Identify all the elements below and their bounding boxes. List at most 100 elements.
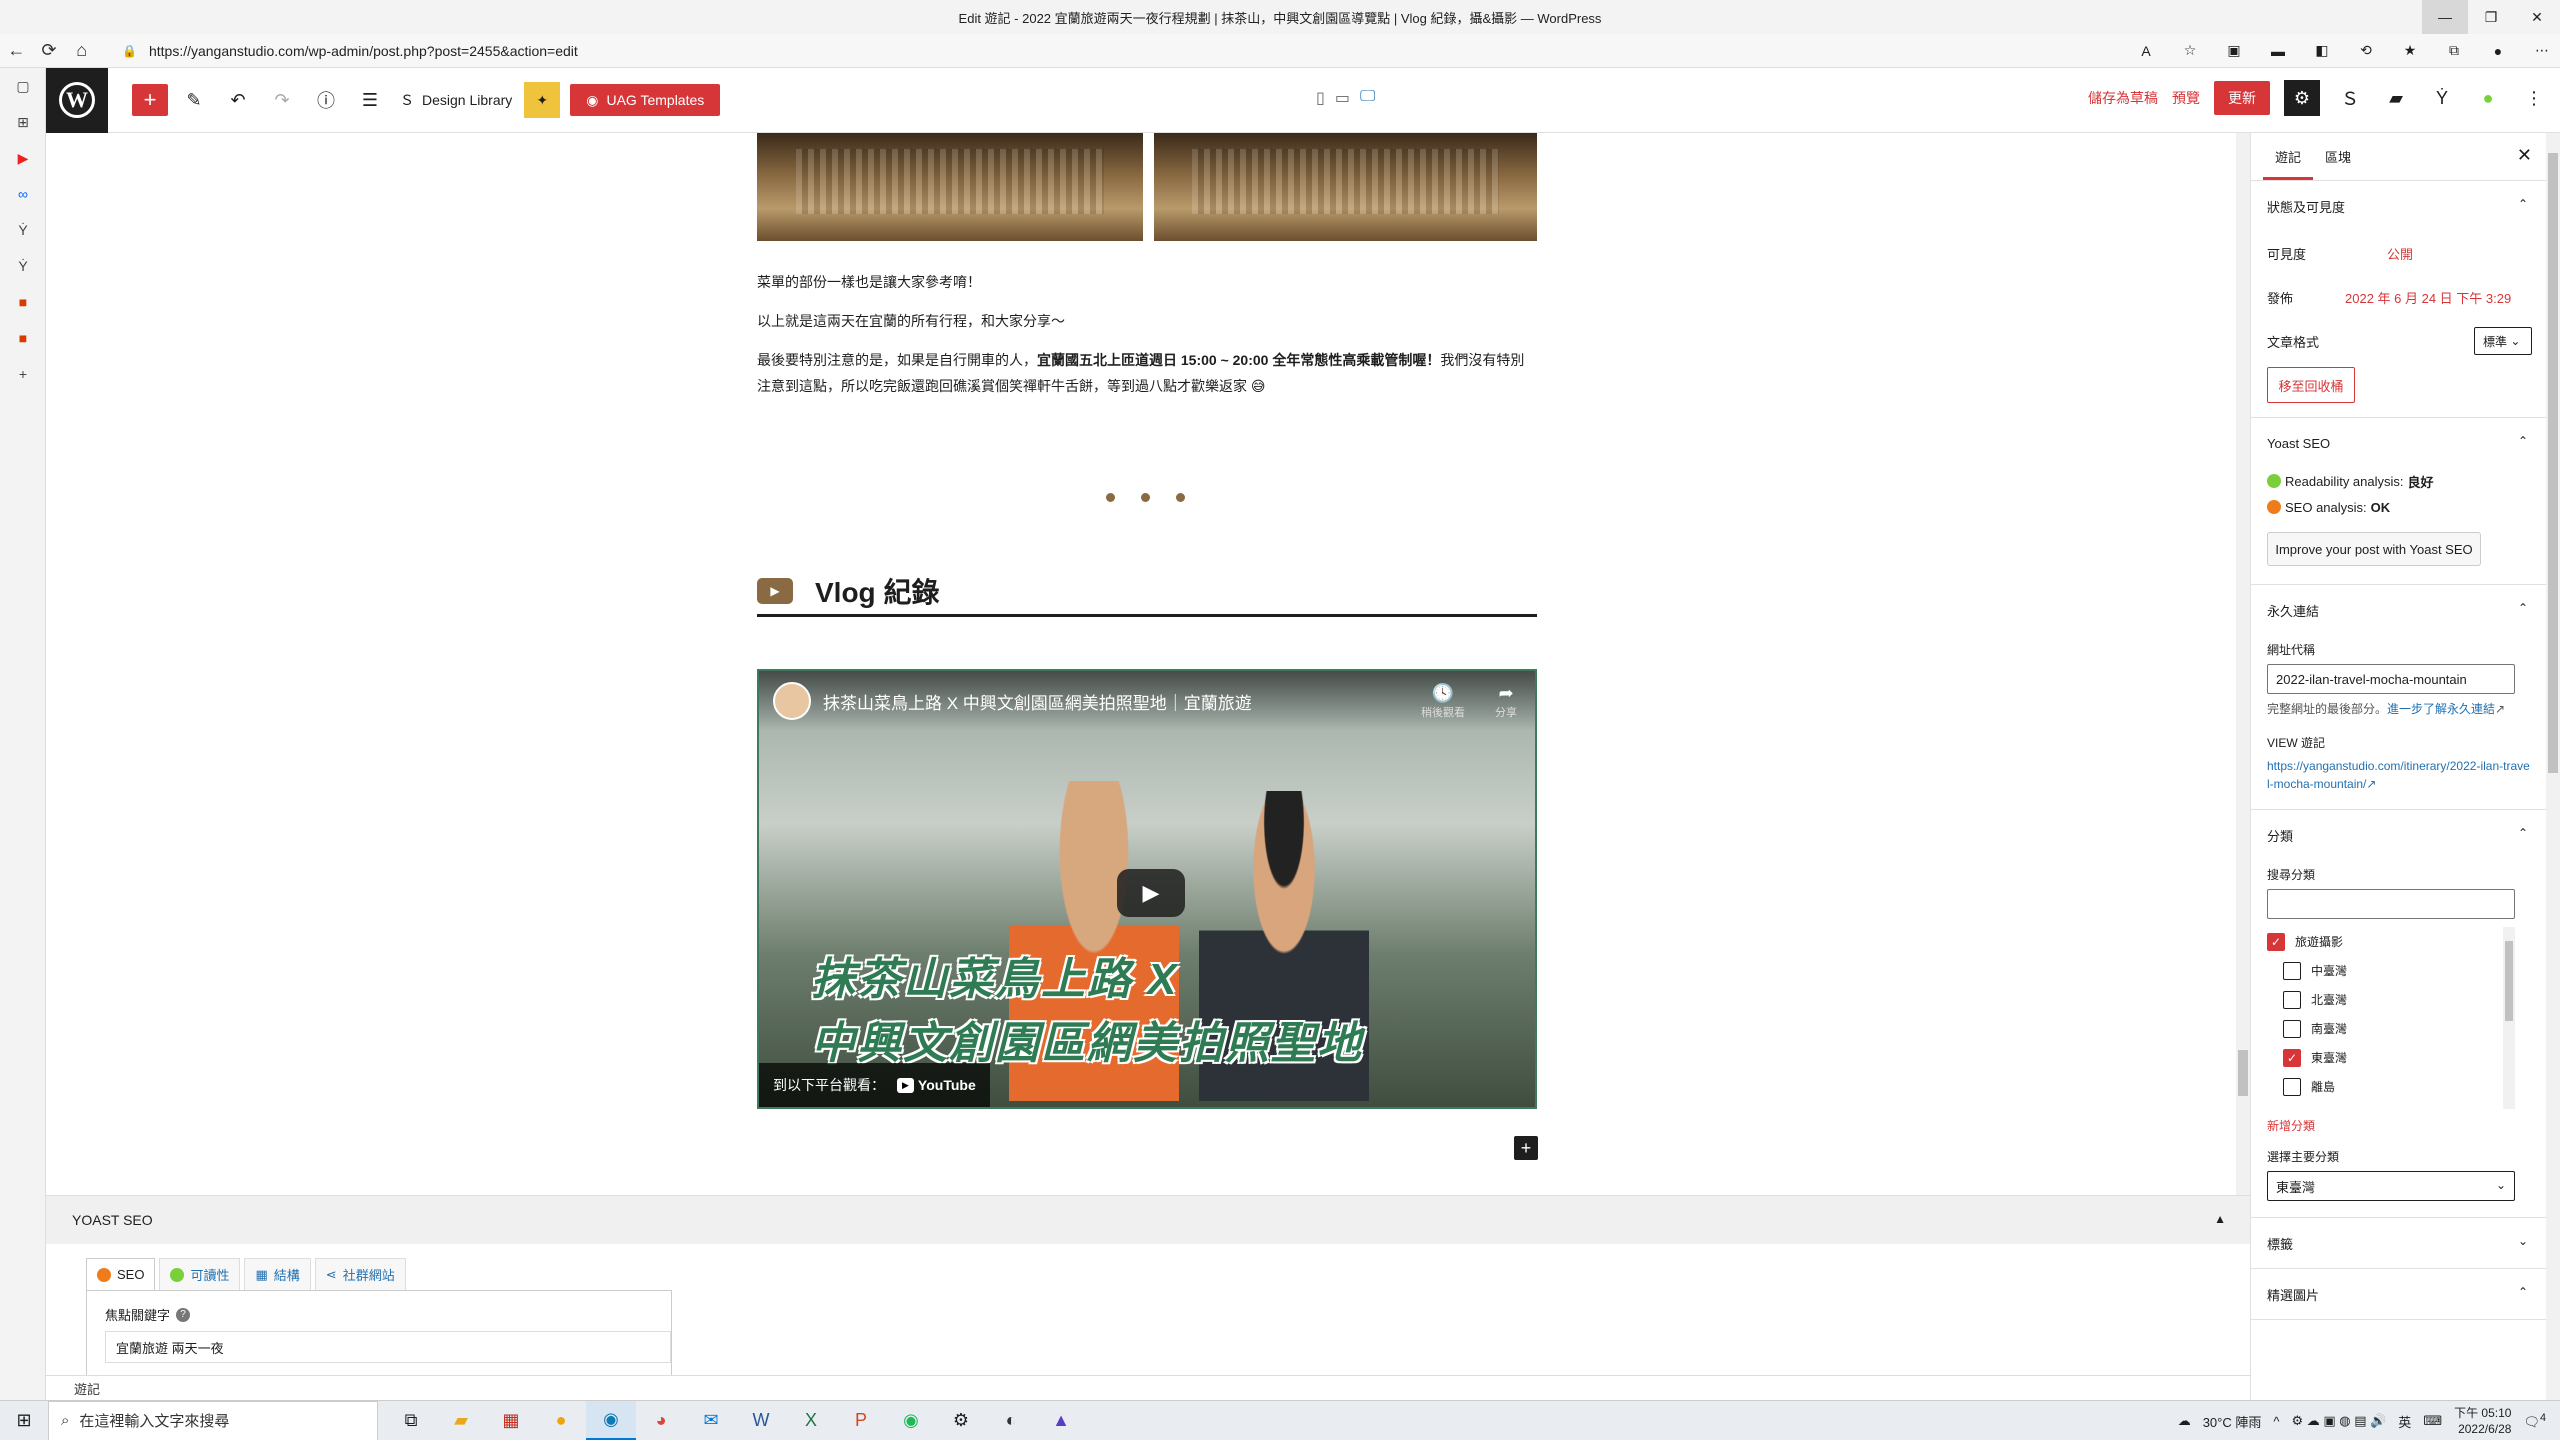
meta-icon[interactable]: ∞ — [0, 176, 46, 212]
yoast-toolbar-icon[interactable]: Ẏ — [2426, 80, 2458, 116]
collections-icon[interactable]: ⧉ — [2436, 37, 2472, 65]
add-icon[interactable]: + — [0, 356, 46, 392]
tablet-icon[interactable]: ▭ — [1335, 88, 1350, 108]
tab-block[interactable]: 區塊 — [2313, 147, 2363, 180]
excel-icon[interactable]: X — [786, 1401, 836, 1440]
keyboard-icon[interactable]: ⌨ — [2423, 1413, 2442, 1429]
move-to-trash-button[interactable]: 移至回收桶 — [2267, 367, 2355, 403]
close-window-button[interactable]: ✕ — [2514, 0, 2560, 34]
permalink-header[interactable]: 永久連結 ⌃ — [2251, 585, 2546, 635]
tabs-icon[interactable]: ▢ — [0, 68, 46, 104]
tab-post[interactable]: 遊記 — [2263, 147, 2314, 180]
extension-icon-3[interactable]: ◧ — [2304, 37, 2340, 65]
tab-social[interactable]: ⋖ 社群網站 — [314, 1258, 406, 1290]
paragraph-notice[interactable]: 最後要特別注意的是，如果是自行開車的人，宜蘭國五北上匝道週日 15:00 ~ 2… — [757, 347, 1537, 399]
options-icon[interactable]: ⋮ — [2518, 80, 2550, 116]
focus-keyphrase-input[interactable]: 宜蘭旅遊 兩天一夜 — [105, 1331, 671, 1363]
share-button[interactable]: ➦ 分享 — [1495, 683, 1517, 720]
inline-add-block-button[interactable]: + — [1514, 1136, 1538, 1160]
help-icon[interactable]: ? — [176, 1307, 191, 1322]
play-button[interactable]: ▶ — [1117, 869, 1185, 917]
calendar-app-icon[interactable]: ▦ — [486, 1401, 536, 1440]
mobile-icon[interactable]: ▯ — [1316, 88, 1325, 108]
post-format-select[interactable]: 標準 ⌄ — [2474, 327, 2532, 355]
visibility-toggle[interactable]: 公開 — [2387, 244, 2413, 263]
slug-input[interactable]: 2022-ilan-travel-mocha-mountain — [2267, 664, 2515, 694]
video-title[interactable]: 抹茶山菜鳥上路 X 中興文創園區網美拍照聖地｜宜蘭旅遊 — [823, 689, 1252, 714]
weather-icon[interactable]: ☁ — [2178, 1413, 2191, 1429]
word-icon[interactable]: W — [736, 1401, 786, 1440]
category-item[interactable]: 南臺灣 — [2267, 1014, 2515, 1043]
performance-icon[interactable]: ● — [2472, 80, 2504, 116]
games-icon[interactable]: ⊞ — [0, 104, 46, 140]
categories-header[interactable]: 分類 ⌃ — [2251, 810, 2546, 860]
spotify-icon[interactable]: ◉ — [886, 1401, 936, 1440]
edit-tool-icon[interactable]: ✎ — [176, 82, 212, 118]
separator-dots[interactable] — [1106, 493, 1185, 502]
update-button[interactable]: 更新 — [2214, 81, 2270, 115]
plugin-icon[interactable]: ▰ — [2380, 80, 2412, 116]
app-icon[interactable]: ◐ — [986, 1401, 1036, 1440]
publish-date-toggle[interactable]: 2022 年 6 月 24 日 下午 3:29 — [2345, 288, 2511, 307]
checkbox[interactable] — [2283, 990, 2301, 1009]
checkbox-checked[interactable]: ✓ — [2267, 932, 2285, 951]
list-view-icon[interactable]: ☰ — [352, 82, 388, 118]
canvas-scrollbar[interactable] — [2236, 133, 2250, 1195]
add-block-button[interactable]: + — [132, 84, 168, 116]
chat-app-icon[interactable]: ● — [536, 1401, 586, 1440]
task-view-icon[interactable]: ⧉ — [386, 1401, 436, 1440]
tab-seo[interactable]: SEO — [86, 1258, 156, 1290]
chrome-icon[interactable]: ◕ — [636, 1401, 686, 1440]
weather-text[interactable]: 30°C 陣雨 — [2203, 1412, 2262, 1431]
settings-app-icon[interactable]: ⚙ — [936, 1401, 986, 1440]
chevron-up-icon[interactable]: ^ — [2273, 1414, 2279, 1429]
wordpress-logo[interactable]: W — [46, 67, 108, 133]
back-button[interactable]: ← — [0, 34, 33, 68]
improve-yoast-button[interactable]: Improve your post with Yoast SEO — [2267, 532, 2481, 566]
ime-indicator[interactable]: 英 — [2398, 1412, 2411, 1431]
read-aloud-icon[interactable]: A — [2128, 37, 2164, 65]
vlog-heading-block[interactable]: ▶ Vlog 紀錄 — [757, 567, 1537, 617]
refresh-button[interactable]: ⟳ — [33, 34, 66, 68]
primary-category-select[interactable]: 東臺灣 ⌄ — [2267, 1171, 2515, 1201]
status-visibility-header[interactable]: 狀態及可見度 ⌃ — [2251, 181, 2546, 231]
start-button[interactable]: ⊞ — [0, 1401, 48, 1440]
collapse-caret-icon[interactable]: ▲ — [2214, 1212, 2226, 1226]
permalink-help-link[interactable]: 進一步了解永久連結 — [2387, 702, 2495, 716]
youtube-embed[interactable]: 抹茶山菜鳥上路 X 中興文創園區網美拍照聖地｜宜蘭旅遊 🕓 稍後觀看 ➦ 分享 ▶ … — [757, 669, 1537, 1109]
category-item[interactable]: ✓ 東臺灣 — [2267, 1043, 2515, 1072]
paragraph-summary[interactable]: 以上就是這兩天在宜蘭的所有行程，和大家分享～ — [757, 308, 1537, 334]
category-item[interactable]: 離島 — [2267, 1072, 2515, 1101]
mail-icon[interactable]: ✉ — [686, 1401, 736, 1440]
checkbox[interactable] — [2283, 1019, 2301, 1038]
search-categories-input[interactable] — [2267, 889, 2515, 919]
menu-photo-2[interactable] — [1154, 133, 1537, 241]
desktop-icon[interactable]: 🖵 — [1360, 88, 1375, 108]
pin-icon[interactable]: ✦ — [524, 82, 561, 118]
sidebar-scrollbar[interactable] — [2546, 133, 2560, 1400]
readability-analysis[interactable]: Readability analysis: 良好 — [2251, 468, 2546, 494]
taskbar-search[interactable]: ⌕ 在這裡輸入文字來搜尋 — [48, 1400, 378, 1440]
category-item[interactable]: ✓ 旅遊攝影 — [2267, 927, 2515, 956]
category-item[interactable]: 中臺灣 — [2267, 956, 2515, 985]
profile-avatar[interactable]: ● — [2480, 37, 2516, 65]
save-draft-button[interactable]: 儲存為草稿 — [2088, 88, 2158, 108]
youtube-icon[interactable]: ▶ — [0, 140, 46, 176]
undo-icon[interactable]: ↶ — [220, 82, 256, 118]
tab-schema[interactable]: ▦ 結構 — [244, 1258, 311, 1290]
details-icon[interactable]: ⓘ — [308, 82, 344, 118]
watch-on-youtube[interactable]: 到以下平台觀看： ▶ YouTube — [759, 1063, 990, 1107]
app-icon-2[interactable]: ▲ — [1036, 1401, 1086, 1440]
tags-header[interactable]: 標籤 ⌄ — [2251, 1218, 2546, 1268]
file-explorer-icon[interactable]: ▰ — [436, 1401, 486, 1440]
add-new-category-link[interactable]: 新增分類 — [2251, 1109, 2546, 1134]
yoast-icon-2[interactable]: Ẏ — [0, 248, 46, 284]
edge-icon[interactable]: ◉ — [586, 1400, 636, 1440]
breadcrumb-item[interactable]: 遊記 — [74, 1379, 100, 1398]
yoast-sidebar-header[interactable]: Yoast SEO ⌃ — [2251, 418, 2546, 468]
tab-readability[interactable]: 可讀性 — [159, 1258, 241, 1290]
checkbox-checked[interactable]: ✓ — [2283, 1048, 2301, 1067]
menu-photo-1[interactable] — [757, 133, 1143, 241]
clock[interactable]: 下午 05:10 2022/6/28 — [2454, 1405, 2511, 1437]
more-icon[interactable]: ⋯ — [2524, 37, 2560, 65]
